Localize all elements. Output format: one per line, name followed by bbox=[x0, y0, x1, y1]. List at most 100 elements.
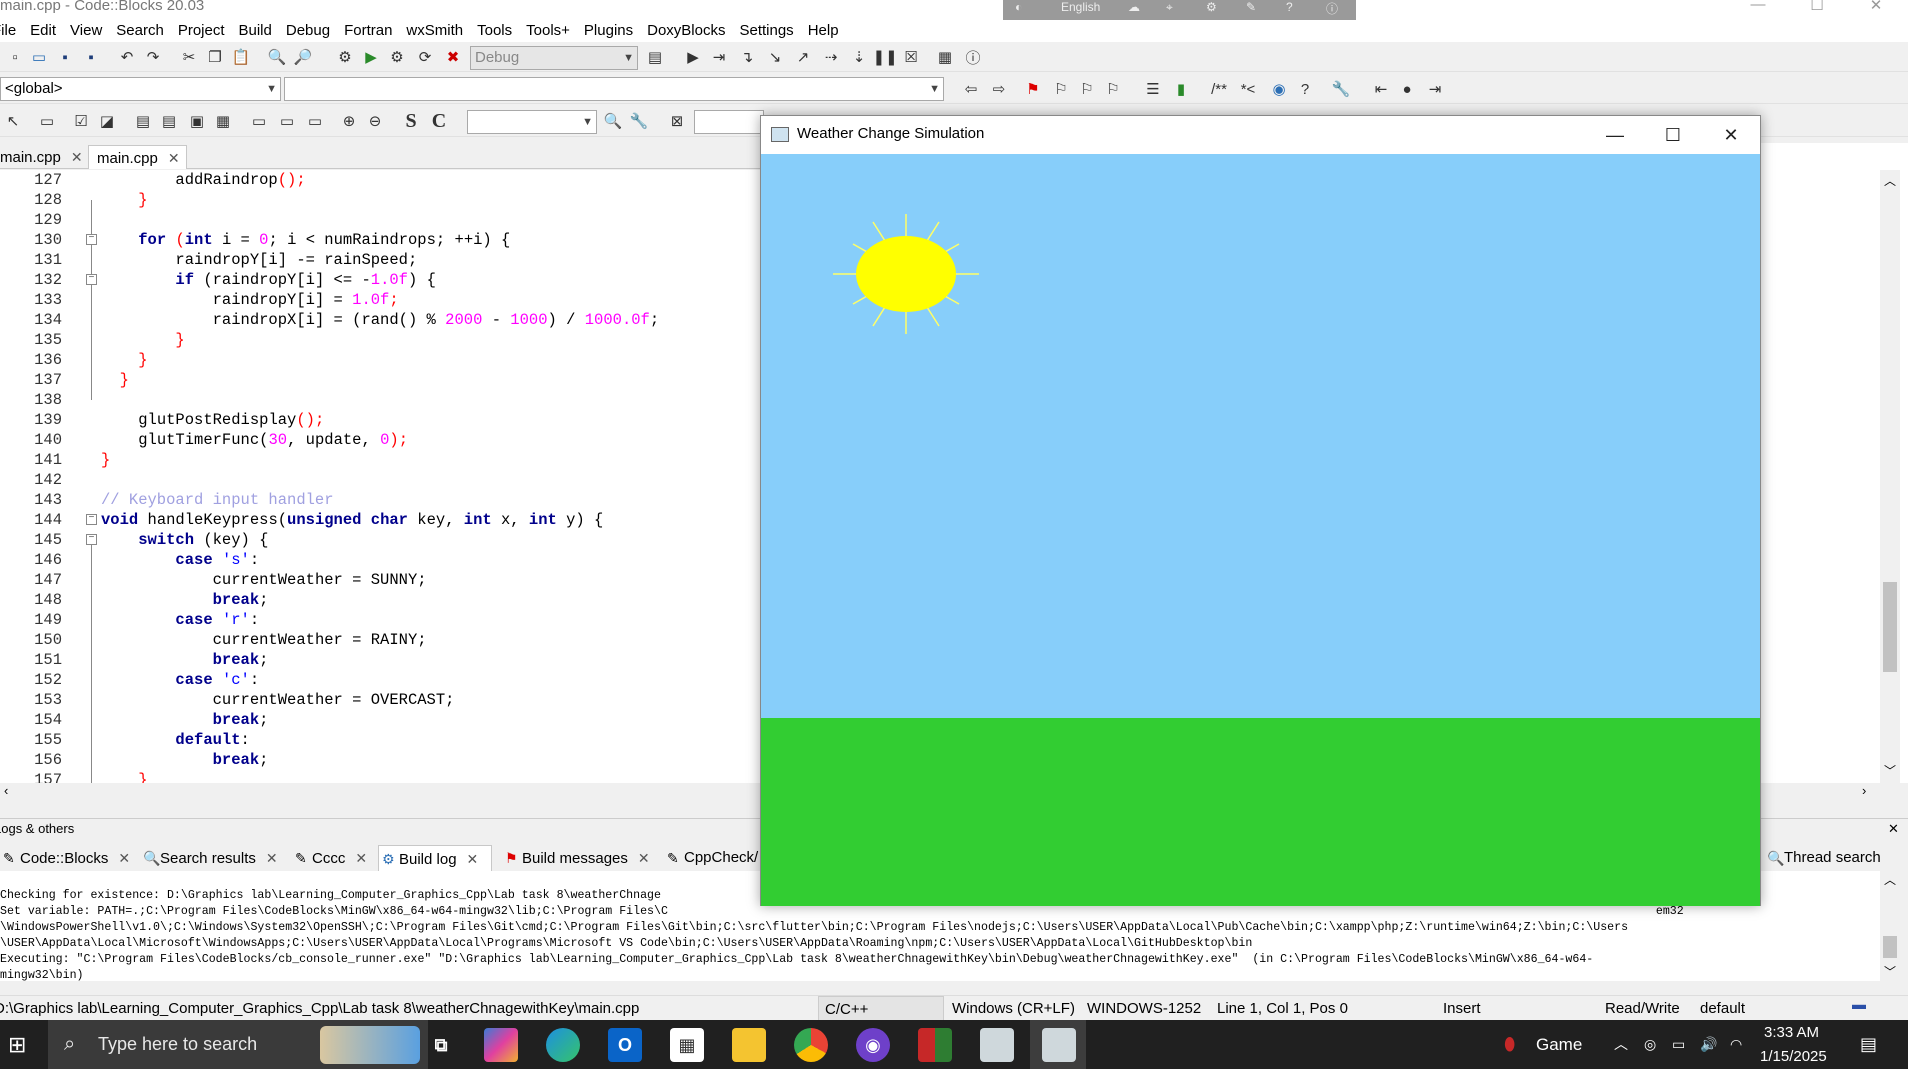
menu-plugins[interactable]: Plugins bbox=[577, 20, 640, 42]
pointer-icon[interactable]: ↖ bbox=[2, 110, 24, 132]
copilot-icon[interactable] bbox=[484, 1028, 518, 1062]
bookmark-next-icon[interactable]: ⚐ bbox=[1076, 78, 1098, 100]
pause-icon[interactable]: ❚❚ bbox=[872, 46, 897, 68]
tab-cccc[interactable]: ✎ Cccc ✕ bbox=[292, 845, 370, 871]
redo-icon[interactable]: ↷ bbox=[142, 46, 164, 68]
secondary-search-input[interactable] bbox=[694, 110, 764, 134]
marker-icon[interactable]: ● bbox=[1396, 78, 1418, 100]
tab-main-cpp-2[interactable]: main.cpp ✕ bbox=[88, 145, 187, 169]
nba-icon[interactable]: ⬮ bbox=[1504, 1020, 1515, 1069]
c-button[interactable]: C bbox=[428, 110, 450, 132]
stop-debug-icon[interactable]: ☒ bbox=[900, 46, 922, 68]
show-hidden-icons-icon[interactable]: ︿ bbox=[1614, 1020, 1628, 1069]
next-line-icon[interactable]: ↴ bbox=[736, 46, 758, 68]
codeblocks-icon[interactable] bbox=[918, 1028, 952, 1062]
checkbox-icon[interactable]: ☑ bbox=[70, 110, 92, 132]
tab-codeblocks-log[interactable]: ✎ Code::Blocks ✕ bbox=[0, 845, 132, 871]
new-file-icon[interactable]: ▫ bbox=[4, 46, 26, 68]
tab-build-log[interactable]: ⚙ Build log ✕ bbox=[378, 845, 492, 871]
layout1-icon[interactable]: ▤ bbox=[132, 110, 154, 132]
weather-window-titlebar[interactable]: Weather Change Simulation — ☐ ✕ bbox=[761, 116, 1760, 154]
menu-project[interactable]: Project bbox=[171, 20, 232, 42]
search-go-icon[interactable]: 🔍 bbox=[602, 110, 624, 132]
bookmark-clear-icon[interactable]: ⚐ bbox=[1102, 78, 1124, 100]
weather-simulation-window[interactable]: Weather Change Simulation — ☐ ✕ bbox=[760, 115, 1761, 906]
fold-toggle-icon[interactable]: − bbox=[86, 534, 97, 545]
run-to-cursor-icon[interactable]: ⇥ bbox=[708, 46, 730, 68]
menu-tools-plus[interactable]: Tools+ bbox=[519, 20, 577, 42]
open-file-icon[interactable]: ▭ bbox=[28, 46, 50, 68]
scope-select[interactable]: <global> ▼ bbox=[0, 77, 281, 101]
close-tab-icon[interactable]: ✕ bbox=[638, 850, 650, 866]
doxy-run-icon[interactable]: ▮ bbox=[1170, 78, 1192, 100]
menu-settings[interactable]: Settings bbox=[732, 20, 800, 42]
language-label[interactable]: English bbox=[1061, 0, 1100, 14]
cut-icon[interactable]: ✂ bbox=[178, 46, 200, 68]
menu-help[interactable]: Help bbox=[801, 20, 846, 42]
close-panel-icon[interactable]: ✕ bbox=[1888, 819, 1899, 839]
tab-main-cpp-1[interactable]: main.cpp ✕ bbox=[0, 145, 89, 169]
doxy-chm-icon[interactable]: ? bbox=[1294, 78, 1316, 100]
layout4-icon[interactable]: ▦ bbox=[212, 110, 234, 132]
frame3-icon[interactable]: ▭ bbox=[304, 110, 326, 132]
store-icon[interactable]: ▦ bbox=[670, 1028, 704, 1062]
fold-toggle-icon[interactable]: − bbox=[86, 274, 97, 285]
layout3-icon[interactable]: ▣ bbox=[186, 110, 208, 132]
debug-windows-icon[interactable]: ▦ bbox=[934, 46, 956, 68]
build-run-icon[interactable]: ⚙ bbox=[386, 46, 408, 68]
last-marker-icon[interactable]: ⇥ bbox=[1424, 78, 1446, 100]
close-tab-icon[interactable]: ✕ bbox=[168, 150, 180, 166]
first-marker-icon[interactable]: ⇤ bbox=[1370, 78, 1392, 100]
doxy-block-comment-button[interactable]: /** bbox=[1204, 78, 1234, 100]
rebuild-icon[interactable]: ⟳ bbox=[414, 46, 436, 68]
tab-thread-search[interactable]: 🔍 Thread search bbox=[1764, 845, 1908, 871]
notifications-icon[interactable]: ▤ bbox=[1860, 1020, 1877, 1069]
close-tab-icon[interactable]: ✕ bbox=[355, 850, 367, 866]
camera-icon[interactable]: ◎ bbox=[1644, 1020, 1656, 1069]
close-tab-icon[interactable]: ✕ bbox=[467, 851, 479, 867]
frame2-icon[interactable]: ▭ bbox=[276, 110, 298, 132]
fold-toggle-icon[interactable]: − bbox=[86, 514, 97, 525]
paste-icon[interactable]: 📋 bbox=[230, 46, 252, 68]
maximize-icon[interactable]: ☐ bbox=[1644, 116, 1702, 154]
next-instruction-icon[interactable]: ⇢ bbox=[820, 46, 842, 68]
function-select[interactable]: ▼ bbox=[284, 77, 944, 101]
doxy-config-icon[interactable]: 🔧 bbox=[1330, 78, 1352, 100]
fold-toggle-icon[interactable]: − bbox=[86, 234, 97, 245]
s-button[interactable]: S bbox=[400, 110, 422, 132]
minimize-icon[interactable]: — bbox=[1738, 0, 1778, 14]
save-icon[interactable]: ▪ bbox=[54, 46, 76, 68]
edge-icon[interactable] bbox=[546, 1028, 580, 1062]
close-tab-icon[interactable]: ✕ bbox=[266, 850, 278, 866]
file-explorer-icon[interactable] bbox=[732, 1028, 766, 1062]
search-combo[interactable]: ▼ bbox=[467, 110, 597, 134]
copy-icon[interactable]: ❐ bbox=[204, 46, 226, 68]
undo-icon[interactable]: ↶ bbox=[116, 46, 138, 68]
debug-continue-icon[interactable]: ▶ bbox=[682, 46, 704, 68]
doxy-html-icon[interactable]: ◉ bbox=[1268, 78, 1290, 100]
replace-icon[interactable]: 🔎 bbox=[292, 46, 314, 68]
outlook-icon[interactable]: O bbox=[608, 1028, 642, 1062]
code-editor[interactable]: 127 addRaindrop(); 128 } 129 130 − for (i… bbox=[0, 170, 760, 783]
run-icon[interactable]: ▶ bbox=[360, 46, 382, 68]
github-icon[interactable]: ◉ bbox=[856, 1028, 890, 1062]
find-icon[interactable]: 🔍 bbox=[266, 46, 288, 68]
windows-start-icon[interactable]: ⊞ bbox=[8, 1032, 26, 1058]
doxy-line-comment-button[interactable]: *< bbox=[1234, 78, 1262, 100]
menu-search[interactable]: Search bbox=[109, 20, 171, 42]
bookmark-prev-icon[interactable]: ⚐ bbox=[1050, 78, 1072, 100]
pen-icon[interactable]: ✎ bbox=[1246, 0, 1256, 14]
frame1-icon[interactable]: ▭ bbox=[248, 110, 270, 132]
build-gear-icon[interactable]: ⚙ bbox=[334, 46, 356, 68]
scroll-thumb[interactable] bbox=[1883, 936, 1897, 958]
step-into-icon[interactable]: ↘ bbox=[764, 46, 786, 68]
minimize-icon[interactable]: — bbox=[1586, 116, 1644, 154]
game-widget[interactable]: Game bbox=[1536, 1020, 1582, 1069]
maximize-icon[interactable]: ☐ bbox=[1797, 0, 1837, 14]
scroll-down-icon[interactable]: ﹀ bbox=[1884, 762, 1896, 779]
scroll-up-icon[interactable]: ︿ bbox=[1884, 871, 1896, 888]
tab-search-results[interactable]: 🔍 Search results ✕ bbox=[140, 845, 284, 871]
step-instruction-icon[interactable]: ⇣ bbox=[848, 46, 870, 68]
bookmark-toggle-icon[interactable]: ⚑ bbox=[1022, 78, 1044, 100]
scroll-left-icon[interactable]: ‹ bbox=[4, 783, 8, 798]
